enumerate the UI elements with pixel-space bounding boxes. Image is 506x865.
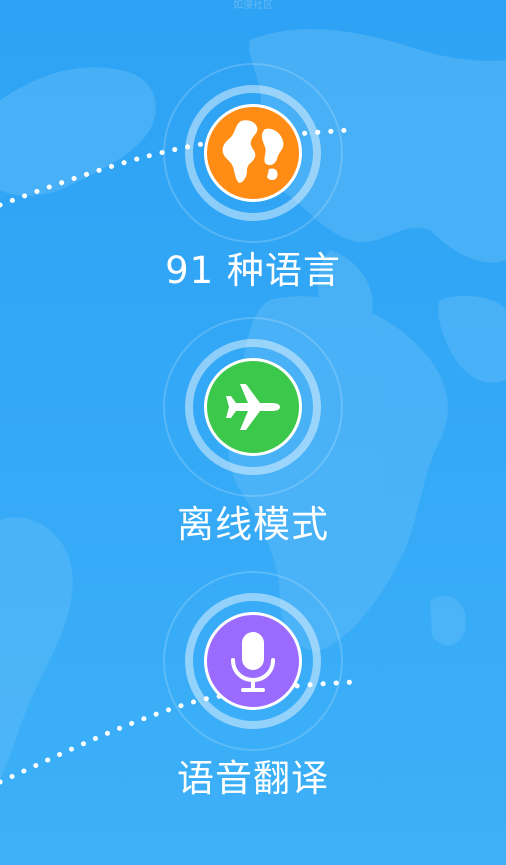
airplane-icon bbox=[204, 358, 302, 456]
offline-badge bbox=[163, 317, 343, 497]
feature-label-offline: 离线模式 bbox=[177, 503, 329, 546]
globe-icon bbox=[204, 104, 302, 202]
languages-badge bbox=[163, 63, 343, 243]
feature-label-voice: 语音翻译 bbox=[177, 757, 329, 800]
voice-badge bbox=[163, 571, 343, 751]
watermark-text: 如漫社区 bbox=[233, 0, 273, 11]
microphone-icon bbox=[204, 612, 302, 710]
feature-label-languages: 91 种语言 bbox=[165, 249, 341, 292]
